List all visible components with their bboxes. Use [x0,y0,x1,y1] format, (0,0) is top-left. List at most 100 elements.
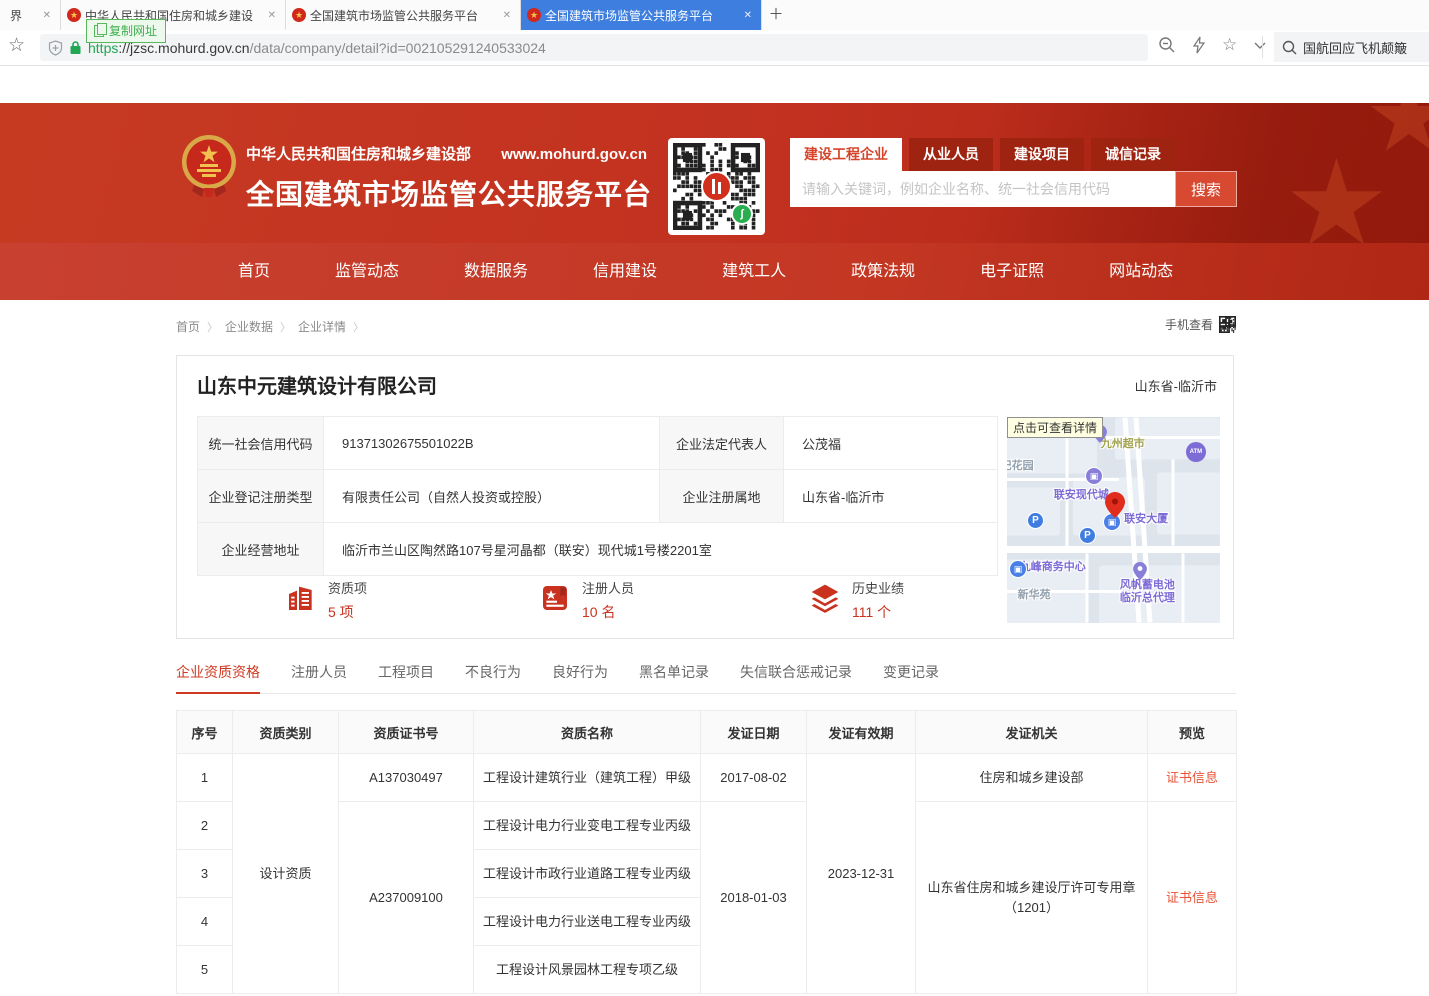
tab-title: 全国建筑市场监管公共服务平台 [545,7,737,24]
map-poi-label: 联安现代城 [1054,489,1109,502]
browser-tab-bar: 界✕★中华人民共和国住房和城乡建设✕★全国建筑市场监管公共服务平台✕★全国建筑市… [0,0,1429,30]
table-cell: 住房和城乡建设部 [916,754,1148,802]
map-tooltip: 点击可查看详情 [1007,417,1103,438]
table-cell: 3 [177,850,233,898]
nav-item[interactable]: 网站动态 [1109,243,1173,300]
browser-tab[interactable]: ★全国建筑市场监管公共服务平台✕ [286,0,521,30]
nav-item[interactable]: 首页 [238,243,270,300]
nav-item[interactable]: 政策法规 [851,243,915,300]
stat-label: 资质项 [328,578,367,597]
table-cell: 山东省住房和城乡建设厅许可专用章 （1201） [916,802,1148,994]
table-cell: 工程设计市政行业道路工程专业丙级 [474,850,701,898]
detail-tab[interactable]: 黑名单记录 [639,662,709,692]
stat-text: 注册人员10 名 [582,578,634,622]
company-detail-card: 山东中元建筑设计有限公司 山东省-临沂市 统一社会信用代码91371302675… [176,355,1234,639]
stat-item: 历史业绩111 个 [809,578,904,622]
breadcrumb-separator-icon: 〉 [280,322,291,334]
qual-col-header: 发证有效期 [807,711,916,754]
map-poi-label: ATM [1186,442,1206,462]
info-label: 企业法定代表人 [660,417,784,470]
toolbar-icons: ☆ [1158,36,1269,54]
map-poi-label: 联安大厦 [1124,513,1168,526]
table-cell: 5 [177,946,233,994]
breadcrumb-item[interactable]: 企业数据 [225,320,273,334]
tab-favicon-icon: ★ [527,8,541,22]
search-category-tab[interactable]: 建设项目 [1000,138,1084,171]
company-info-table: 统一社会信用代码91371302675501022B企业法定代表人公茂福企业登记… [197,416,998,576]
nav-item[interactable]: 电子证照 [980,243,1044,300]
tab-title: 界 [10,7,36,24]
detail-tab[interactable]: 注册人员 [291,662,347,692]
info-label: 企业登记注册类型 [198,470,324,523]
detail-tab[interactable]: 企业资质资格 [176,662,260,694]
breadcrumb-item[interactable]: 首页 [176,320,200,334]
qr-code: ʃ [668,138,765,235]
table-cell: 2 [177,802,233,850]
table-cell: 工程设计电力行业送电工程专业丙级 [474,898,701,946]
info-row: 统一社会信用代码91371302675501022B企业法定代表人公茂福 [198,417,998,470]
search-button[interactable]: 搜索 [1175,171,1237,207]
info-value: 91371302675501022B [324,417,660,470]
nav-item[interactable]: 数据服务 [464,243,528,300]
search-category-tab[interactable]: 从业人员 [909,138,993,171]
table-cell: 工程设计电力行业变电工程专业丙级 [474,802,701,850]
nav-item[interactable]: 信用建设 [593,243,657,300]
tab-close-icon[interactable]: ✕ [40,10,54,21]
mobile-view[interactable]: 手机查看 [1165,316,1236,333]
nav-item[interactable]: 建筑工人 [722,243,786,300]
search-category-tab[interactable]: 建设工程企业 [790,138,902,171]
detail-tab[interactable]: 工程项目 [378,662,434,692]
detail-tab[interactable]: 不良行为 [465,662,521,692]
tab-close-icon[interactable]: ✕ [265,10,279,21]
bookmarks-star-icon[interactable]: ☆ [8,34,25,57]
company-name: 山东中元建筑设计有限公司 [197,370,437,399]
map-poi-label: 九峰商务中心 [1020,561,1086,574]
address-bar[interactable]: https://jzsc.mohurd.gov.cn/data/company/… [40,34,1148,61]
search-category-tab[interactable]: 诚信记录 [1091,138,1175,171]
browser-search-box[interactable]: 国航回应飞机颠簸 [1274,32,1429,62]
parking-icon: P [1079,527,1096,544]
certificate-info-link[interactable]: 证书信息 [1148,754,1237,802]
detail-tab-bar: 企业资质资格 注册人员 工程项目 不良行为 良好行为 黑名单记录 失信联合惩戒记录 变更记录 [176,662,1236,694]
screen: 界✕★中华人民共和国住房和城乡建设✕★全国建筑市场监管公共服务平台✕★全国建筑市… [0,0,1429,996]
detail-tab[interactable]: 良好行为 [552,662,608,692]
table-cell: 1 [177,754,233,802]
certificate-info-link[interactable]: 证书信息 [1148,802,1237,994]
map-poi-label: 风帆蓄电池 临沂总代理 [1120,579,1175,605]
national-emblem-logo [180,133,238,199]
breadcrumb-item[interactable]: 企业详情 [298,320,346,334]
map-pin-icon [1105,492,1125,518]
copy-url-tooltip-label: 复制网址 [109,22,157,39]
table-header-row: 序号资质类别资质证书号资质名称发证日期发证有效期发证机关预览 [177,711,1237,754]
favorite-star-icon[interactable]: ☆ [1222,36,1237,54]
qual-col-header: 资质类别 [233,711,339,754]
keyword-search-input[interactable] [790,171,1175,207]
new-tab-button[interactable]: ＋ [762,0,790,30]
zoom-out-icon[interactable] [1158,36,1176,54]
tab-close-icon[interactable]: ✕ [741,10,755,21]
nav-item[interactable]: 监管动态 [335,243,399,300]
url-path: /data/company/detail?id=0021052912405330… [250,40,546,56]
browser-tab[interactable]: 界✕ [0,0,61,30]
breadcrumb-row: 首页〉企业数据〉企业详情〉 手机查看 [176,314,1236,338]
qr-center-logo [701,171,732,202]
detail-tab[interactable]: 失信联合惩戒记录 [740,662,852,692]
table-cell: 2023-12-31 [807,754,916,994]
browser-tab[interactable]: ★ 全国建筑市场监管公共服务平台 ✕ [521,0,762,30]
qual-col-header: 资质证书号 [339,711,474,754]
stat-item: 资质项 5 项 [285,578,367,622]
table-cell: 2018-01-03 [701,802,807,994]
chevron-down-icon[interactable] [1251,36,1269,54]
tab-close-icon[interactable]: ✕ [500,10,514,21]
info-label: 企业注册属地 [660,470,784,523]
table-cell: 工程设计风景园林工程专项乙级 [474,946,701,994]
stat-value: 5 项 [328,602,367,622]
copy-icon [94,25,104,37]
mini-program-icon: ʃ [731,203,753,225]
lightning-icon[interactable] [1190,36,1208,54]
info-row: 企业经营地址临沂市兰山区陶然路107号星河晶都（联安）现代城1号楼2201室 [198,523,998,576]
stat-text: 历史业绩111 个 [852,578,904,622]
detail-tab[interactable]: 变更记录 [883,662,939,692]
tab-favicon-icon: ★ [292,8,306,22]
table-cell: 设计资质 [233,754,339,994]
